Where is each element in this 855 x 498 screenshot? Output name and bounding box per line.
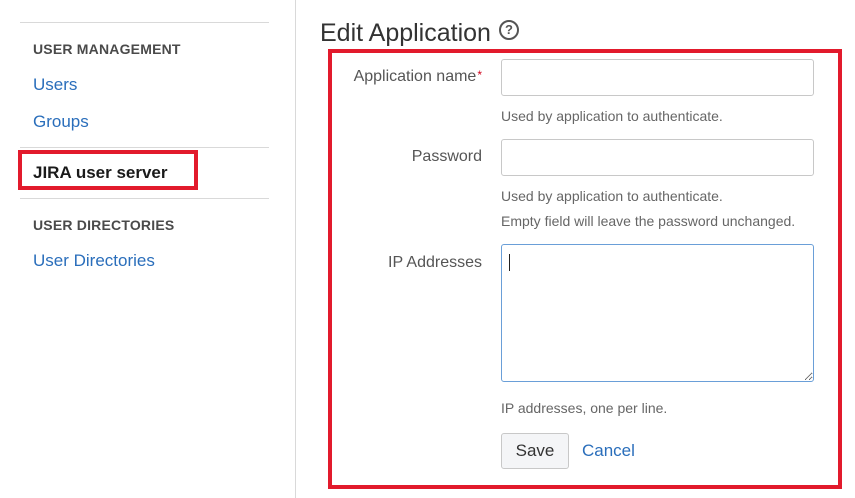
user-management-heading: USER MANAGEMENT (33, 41, 181, 57)
required-marker: * (477, 68, 482, 82)
text-caret (509, 254, 510, 271)
application-name-help: Used by application to authenticate. (501, 108, 723, 124)
password-input[interactable] (501, 139, 814, 176)
sidebar-divider (20, 147, 269, 148)
help-icon[interactable]: ? (499, 20, 519, 40)
sidebar-item-user-directories[interactable]: User Directories (33, 251, 155, 271)
cancel-link[interactable]: Cancel (582, 441, 635, 461)
password-help-line-1: Used by application to authenticate. (501, 188, 723, 204)
password-label: Password (411, 148, 482, 165)
application-name-label-text: Application name (353, 68, 477, 85)
save-button[interactable]: Save (501, 433, 569, 469)
ip-addresses-help: IP addresses, one per line. (501, 400, 668, 416)
sidebar-highlight-box (18, 150, 198, 190)
ip-addresses-label: IP Addresses (388, 254, 482, 271)
application-name-label: Application name* (354, 68, 482, 86)
user-directories-heading: USER DIRECTORIES (33, 217, 175, 233)
application-name-input[interactable] (501, 59, 814, 96)
sidebar: USER MANAGEMENT Users Groups JIRA user s… (0, 0, 296, 498)
password-help-line-2: Empty field will leave the password unch… (501, 213, 796, 229)
page-title: Edit Application (320, 19, 491, 47)
sidebar-divider (20, 22, 269, 23)
sidebar-item-groups[interactable]: Groups (33, 112, 89, 132)
ip-addresses-textarea[interactable] (501, 244, 814, 382)
sidebar-item-users[interactable]: Users (33, 75, 77, 95)
sidebar-divider (20, 198, 269, 199)
